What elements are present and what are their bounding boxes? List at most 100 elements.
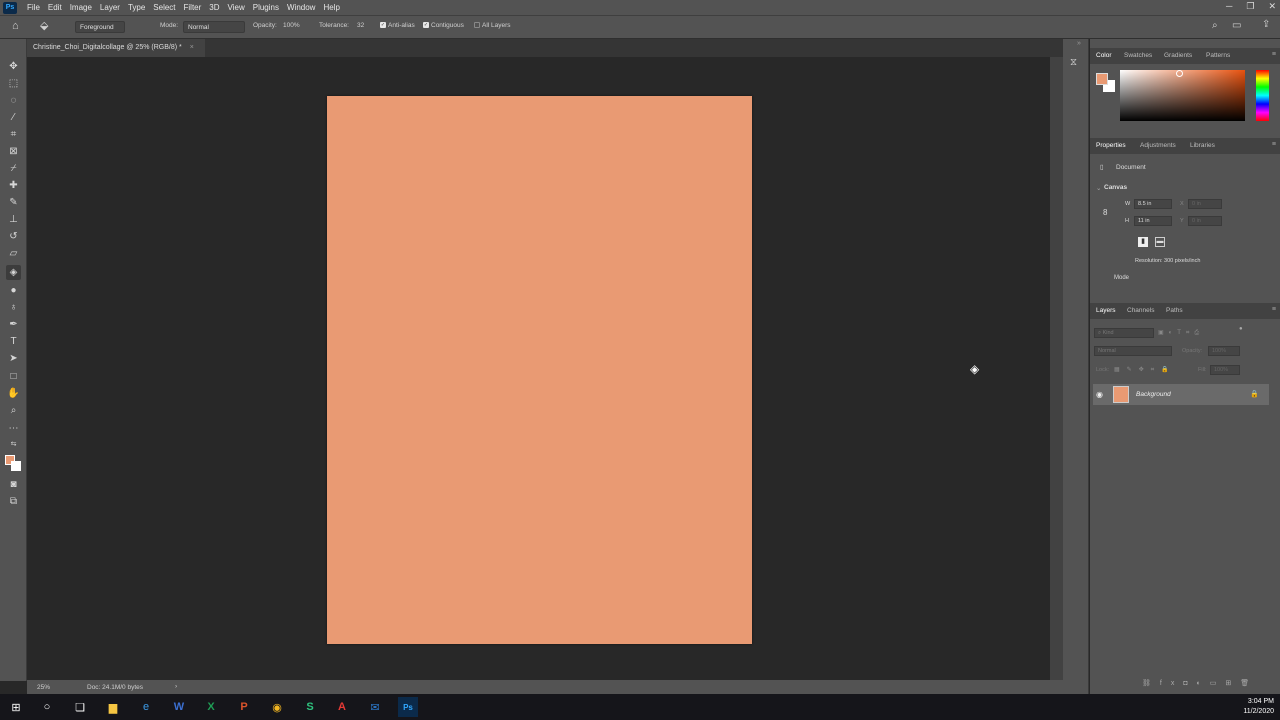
word-icon[interactable]: W [169,697,189,717]
screen-mode-icon[interactable]: ⧉ [6,494,21,509]
tolerance-input[interactable]: 32 [357,22,364,29]
blur-tool-icon[interactable]: ● [6,283,21,298]
hand-tool-icon[interactable]: ✋ [6,386,21,401]
layer-name[interactable]: Background [1136,391,1171,398]
eraser-tool-icon[interactable]: ▱ [6,246,21,261]
eyedropper-tool-icon[interactable]: ⌿ [6,161,21,176]
clone-stamp-tool-icon[interactable]: ⊥ [6,212,21,227]
fill-field[interactable]: 100% [1210,365,1240,375]
excel-icon[interactable]: X [201,697,221,717]
healing-brush-tool-icon[interactable]: ✚ [6,178,21,193]
menu-layer[interactable]: Layer [100,3,120,12]
lasso-tool-icon[interactable]: ◌ [6,93,21,108]
landscape-orientation-icon[interactable]: ▬ [1155,237,1165,247]
filter-toggle-icon[interactable]: ● [1239,326,1243,332]
menu-view[interactable]: View [228,3,245,12]
history-brush-tool-icon[interactable]: ↺ [6,229,21,244]
hue-slider[interactable] [1256,70,1269,121]
tab-channels[interactable]: Channels [1127,307,1154,314]
rectangle-tool-icon[interactable]: □ [6,369,21,384]
move-tool-icon[interactable]: ✥ [6,59,21,74]
brush-tool-icon[interactable]: ✎ [6,195,21,210]
zoom-level[interactable]: 25% [37,684,50,691]
zoom-tool-icon[interactable]: ⌕ [6,403,21,418]
collapse-icon[interactable]: » [1077,40,1081,47]
close-tab-icon[interactable]: × [190,44,194,51]
history-panel-icon[interactable]: ⧖ [1070,57,1077,68]
minimize-icon[interactable]: ─ [1226,1,1232,12]
tab-adjustments[interactable]: Adjustments [1140,142,1176,149]
paint-bucket-tool-icon[interactable]: ◈ [6,265,21,280]
default-colors-icon[interactable]: ⇆ [6,437,21,452]
eye-visibility-icon[interactable]: ◉ [1096,390,1103,399]
tab-swatches[interactable]: Swatches [1124,52,1152,59]
more-tools-icon[interactable]: ⋯ [6,421,21,436]
layers-footer-icons[interactable]: ⛓fx◘◐▭⊞🗑 [1142,679,1258,687]
menu-image[interactable]: Image [70,3,92,12]
vertical-scrollbar[interactable] [1050,57,1063,680]
search-icon[interactable]: ⌕ [1212,20,1218,31]
layer-opacity-field[interactable]: 100% [1208,346,1240,356]
opacity-input[interactable]: 100% [283,22,300,29]
menu-help[interactable]: Help [323,3,339,12]
paint-bucket-preset-icon[interactable]: ⬙ [40,19,48,32]
system-clock[interactable]: 3:04 PM 11/2/2020 [1243,697,1274,717]
x-field[interactable]: 0 in [1188,199,1222,209]
tab-patterns[interactable]: Patterns [1206,52,1230,59]
anti-alias-checkbox[interactable]: ✓ Anti-alias [380,22,415,29]
menu-edit[interactable]: Edit [48,3,62,12]
menu-filter[interactable]: Filter [184,3,202,12]
status-expand-icon[interactable]: › [175,683,177,690]
tab-paths[interactable]: Paths [1166,307,1183,314]
tab-properties[interactable]: Properties [1096,142,1126,149]
marquee-tool-icon[interactable]: ⬚ [6,76,21,91]
panel-menu-icon[interactable]: ≡ [1272,306,1276,313]
fill-source-select[interactable]: Foreground [75,21,125,33]
color-spectrum[interactable] [1120,70,1245,121]
outlook-icon[interactable]: ✉ [365,697,385,717]
tab-color[interactable]: Color [1096,52,1112,59]
type-tool-icon[interactable]: T [6,334,21,349]
restore-icon[interactable]: ❐ [1246,1,1254,12]
photoshop-taskbar-icon[interactable]: Ps [398,697,418,717]
menu-3d[interactable]: 3D [209,3,219,12]
app-s-icon[interactable]: S [300,697,320,717]
portrait-orientation-icon[interactable]: ▮ [1138,237,1148,247]
lock-icon[interactable]: 🔒 [1250,390,1259,398]
cortana-icon[interactable]: ○ [37,697,57,717]
frame-tool-icon[interactable]: ⊠ [6,144,21,159]
menu-plugins[interactable]: Plugins [253,3,279,12]
all-layers-checkbox[interactable]: All Layers [474,22,511,29]
menu-file[interactable]: File [27,3,40,12]
link-dimensions-icon[interactable]: 8 [1103,208,1107,217]
share-icon[interactable]: ⇪ [1262,19,1270,30]
color-panel-foreground-swatch[interactable] [1096,73,1108,85]
crop-tool-icon[interactable]: ⌗ [6,127,21,142]
magic-wand-tool-icon[interactable]: ⁄ [6,110,21,125]
width-field[interactable]: 8.5 in [1134,199,1172,209]
edge-browser-icon[interactable]: e [136,697,156,717]
y-field[interactable]: 0 in [1188,216,1222,226]
layer-filter-icons[interactable]: ▣◐T⌗⎙ [1158,329,1204,337]
pen-tool-icon[interactable]: ✒ [6,317,21,332]
background-color-swatch[interactable] [11,461,21,471]
task-view-icon[interactable]: ❏ [70,697,90,717]
blend-mode-select[interactable]: Normal [1094,346,1172,356]
tab-libraries[interactable]: Libraries [1190,142,1215,149]
document-canvas[interactable] [327,96,752,644]
layer-filter-input[interactable]: ⌕ Kind [1094,328,1154,338]
chevron-down-icon[interactable]: ⌄ [1096,184,1101,192]
home-icon[interactable]: ⌂ [12,20,19,32]
close-icon[interactable]: ✕ [1268,1,1276,12]
menu-type[interactable]: Type [128,3,145,12]
height-field[interactable]: 11 in [1134,216,1172,226]
tab-gradients[interactable]: Gradients [1164,52,1192,59]
menu-window[interactable]: Window [287,3,315,12]
menu-select[interactable]: Select [153,3,175,12]
acrobat-icon[interactable]: A [332,697,352,717]
tab-layers[interactable]: Layers [1096,307,1116,314]
workspace-icon[interactable]: ▭ [1232,20,1241,31]
dodge-tool-icon[interactable]: ♁ [6,300,21,315]
file-explorer-icon[interactable]: ▆ [103,697,123,717]
path-selection-tool-icon[interactable]: ➤ [6,351,21,366]
